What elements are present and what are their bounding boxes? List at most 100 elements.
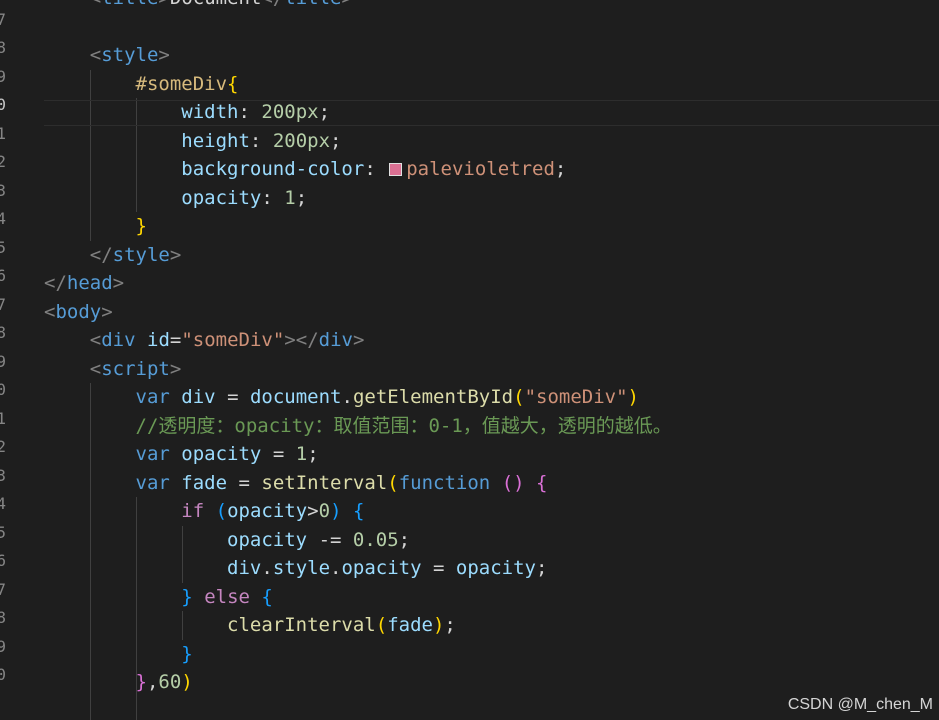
code-token: ( [215, 500, 228, 522]
code-line[interactable]: } [44, 212, 147, 241]
code-line[interactable]: if (opacity>0) { [44, 497, 364, 526]
code-line[interactable]: } [44, 640, 192, 669]
code-line[interactable]: <title>Document</title> [44, 0, 353, 13]
code-line[interactable]: //透明度：opacity：取值范围：0-1，值越大，透明的越低。 [44, 412, 672, 441]
code-token: > [341, 0, 352, 9]
line-number: 9 [0, 636, 6, 656]
code-token: > [158, 44, 170, 66]
code-token: 60 [158, 671, 182, 693]
color-swatch-icon[interactable] [389, 163, 403, 176]
code-token: style [101, 44, 159, 66]
code-line[interactable]: height: 200px; [44, 127, 341, 156]
code-token: </ [295, 329, 319, 351]
code-line[interactable]: background-color: palevioletred; [44, 155, 566, 184]
code-token: < [89, 329, 102, 351]
line-number: 5 [0, 237, 6, 257]
code-line[interactable]: var opacity = 1; [44, 440, 319, 469]
code-token: div [181, 386, 216, 408]
code-token: ) [330, 500, 342, 522]
code-token: document [249, 386, 342, 408]
code-token: } [135, 671, 147, 693]
code-token: ; [330, 129, 342, 152]
code-line[interactable]: },60) [44, 668, 193, 697]
code-token: var [135, 386, 170, 408]
code-line[interactable]: <script> [44, 355, 182, 384]
code-line[interactable]: } else { [44, 583, 273, 612]
code-token: > [169, 243, 182, 266]
code-token: opacity [227, 528, 308, 551]
code-token: setInterval [261, 471, 388, 494]
code-token: opacity [455, 557, 536, 579]
code-token: "someDiv" [524, 386, 628, 408]
code-token: > [158, 0, 169, 9]
code-token: div [101, 329, 136, 351]
code-line[interactable]: opacity -= 0.05; [44, 526, 410, 555]
line-number: 8 [0, 608, 6, 627]
code-token: > [112, 272, 125, 294]
watermark-text: CSDN @M_chen_M [787, 696, 933, 713]
code-token: 200px [261, 101, 319, 123]
code-token: height [181, 129, 250, 152]
code-line[interactable]: div.style.opacity = opacity; [44, 554, 547, 583]
code-line[interactable]: #someDiv{ [44, 70, 239, 99]
line-number: 5 [0, 522, 6, 542]
line-number: 9 [0, 351, 6, 371]
code-line[interactable]: width: 200px; [44, 98, 330, 127]
code-token: < [89, 357, 102, 380]
code-token: < [90, 0, 101, 9]
code-token: ) [181, 671, 193, 693]
code-line[interactable]: var div = document.getElementById("someD… [44, 383, 639, 412]
line-number: 0 [0, 380, 6, 399]
code-line[interactable]: clearInterval(fade); [44, 611, 456, 640]
code-editor[interactable]: 789012345678901234567890 <title>Document… [0, 0, 939, 720]
line-number: 6 [0, 551, 6, 570]
code-token: function [398, 471, 491, 494]
code-token: > [101, 300, 113, 323]
code-line[interactable]: <style> [44, 41, 170, 70]
line-number: 0 [0, 95, 6, 114]
line-number: 0 [0, 665, 6, 684]
code-token: 1 [295, 443, 308, 465]
code-token: > [284, 329, 296, 351]
line-number: 3 [0, 465, 6, 485]
code-line[interactable]: <body> [44, 298, 113, 327]
code-token: { [227, 72, 239, 95]
code-token: ( [501, 471, 514, 494]
code-token: ( [513, 386, 525, 408]
code-token: ; [398, 528, 411, 551]
code-line[interactable]: </head> [44, 269, 124, 298]
code-token: 200px [272, 129, 331, 152]
code-token: < [89, 44, 102, 66]
code-token: fade [181, 471, 228, 494]
line-number: 8 [0, 323, 6, 342]
code-token: ; [295, 186, 308, 209]
code-token: opacity [181, 186, 262, 209]
code-line[interactable]: opacity: 1; [44, 184, 307, 213]
code-token: > [352, 329, 365, 351]
code-token: ( [375, 614, 388, 636]
code-token: : [249, 129, 273, 152]
code-token: Document [170, 0, 262, 9]
code-token: </ [44, 272, 67, 294]
code-line[interactable]: var fade = setInterval(function () { [44, 469, 548, 498]
line-number: 4 [0, 209, 6, 228]
code-line[interactable]: <div id="someDiv"></div> [44, 326, 365, 355]
code-token: = [433, 557, 445, 579]
code-token: } [181, 585, 193, 608]
code-token: ; [307, 443, 319, 465]
code-line[interactable]: </style> [44, 241, 182, 270]
code-token: : [364, 158, 388, 180]
code-token: . [341, 386, 353, 408]
code-token: = [169, 329, 182, 351]
code-token: fade [387, 614, 433, 636]
